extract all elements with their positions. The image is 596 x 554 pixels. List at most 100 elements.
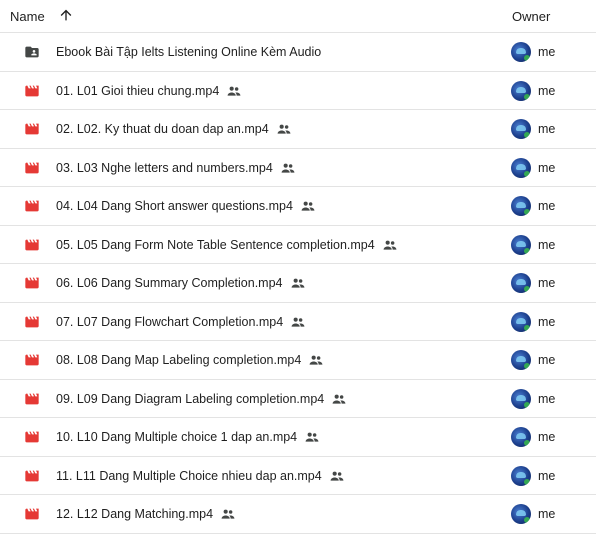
video-file-icon: [25, 123, 39, 135]
owner-name: me: [538, 45, 556, 59]
owner-avatar: [511, 80, 531, 101]
file-name-text: 10. L10 Dang Multiple choice 1 dap an.mp…: [56, 430, 298, 444]
avatar-badge: [524, 209, 530, 215]
file-row[interactable]: 05. L05 Dang Form Note Table Sentence co…: [0, 226, 596, 264]
file-name: 02. L02. Ky thuat du doan dap an.mp4: [56, 122, 291, 136]
video-file-icon: [25, 470, 39, 481]
file-row[interactable]: 08. L08 Dang Map Labeling completion.mp4…: [0, 341, 596, 380]
avatar-badge: [524, 132, 530, 138]
shared-people-icon: [383, 240, 397, 250]
file-row[interactable]: 03. L03 Nghe letters and numbers.mp4 me: [0, 149, 596, 187]
owner-avatar: [511, 388, 531, 409]
owner-name: me: [538, 430, 556, 444]
shared-people-icon: [221, 509, 235, 519]
owner-avatar: [511, 504, 531, 524]
file-name: 10. L10 Dang Multiple choice 1 dap an.mp…: [56, 430, 319, 444]
video-file-icon: [25, 354, 39, 366]
file-name-text: 09. L09 Dang Diagram Labeling completion…: [56, 391, 325, 406]
owner-name: me: [538, 391, 556, 406]
file-name-text: 02. L02. Ky thuat du doan dap an.mp4: [56, 122, 269, 136]
avatar-badge: [524, 440, 530, 446]
owner-avatar: [511, 119, 531, 139]
file-row[interactable]: 02. L02. Ky thuat du doan dap an.mp4 me: [0, 110, 596, 149]
owner-avatar: [511, 465, 531, 486]
file-name-text: 08. L08 Dang Map Labeling completion.mp4: [56, 353, 302, 367]
file-name: Ebook Bài Tập Ielts Listening Online Kèm…: [56, 45, 321, 59]
avatar-badge: [524, 478, 530, 485]
file-name-text: 01. L01 Gioi thieu chung.mp4: [56, 83, 220, 98]
file-name: 01. L01 Gioi thieu chung.mp4: [56, 84, 241, 98]
file-name: 09. L09 Dang Diagram Labeling completion…: [56, 392, 346, 406]
shared-people-icon: [301, 201, 315, 211]
avatar-badge: [524, 401, 530, 408]
avatar-badge: [524, 363, 530, 369]
owner-name: me: [538, 199, 556, 213]
owner-name: me: [538, 468, 556, 483]
shared-people-icon: [332, 394, 346, 404]
file-list: Ebook Bài Tập Ielts Listening Online Kèm…: [0, 33, 596, 534]
file-name: 12. L12 Dang Matching.mp4: [56, 507, 235, 521]
shared-people-icon: [291, 317, 305, 327]
shared-people-icon: [291, 278, 304, 288]
owner-column-header[interactable]: Owner: [512, 9, 550, 24]
file-name: 04. L04 Dang Short answer questions.mp4: [56, 199, 315, 213]
owner-avatar: [511, 427, 531, 447]
video-file-icon: [25, 85, 39, 96]
shared-folder-icon: [25, 46, 39, 58]
owner-name: me: [538, 353, 556, 367]
video-file-icon: [25, 316, 39, 327]
shared-people-icon: [330, 471, 344, 481]
file-name-text: 05. L05 Dang Form Note Table Sentence co…: [56, 237, 375, 252]
shared-people-icon: [227, 86, 241, 96]
file-name-text: Ebook Bài Tập Ielts Listening Online Kèm…: [56, 45, 322, 59]
arrow-upward-icon[interactable]: [58, 7, 74, 23]
owner-avatar: [511, 234, 531, 255]
file-name-text: 06. L06 Dang Summary Completion.mp4: [56, 276, 283, 290]
file-name-text: 03. L03 Nghe letters and numbers.mp4: [56, 160, 273, 175]
avatar-badge: [524, 324, 530, 331]
owner-avatar: [511, 157, 531, 178]
owner-avatar: [511, 42, 531, 62]
file-row[interactable]: 09. L09 Dang Diagram Labeling completion…: [0, 380, 596, 418]
file-row[interactable]: 06. L06 Dang Summary Completion.mp4 me: [0, 264, 596, 303]
video-file-icon: [25, 239, 39, 250]
avatar-badge: [524, 55, 530, 61]
file-row[interactable]: 12. L12 Dang Matching.mp4 me: [0, 495, 596, 534]
video-file-icon: [25, 431, 39, 443]
avatar-badge: [524, 286, 530, 292]
file-list-header: Name Owner: [0, 0, 596, 33]
owner-name: me: [538, 160, 556, 175]
file-row[interactable]: 01. L01 Gioi thieu chung.mp4 me: [0, 72, 596, 110]
file-name: 03. L03 Nghe letters and numbers.mp4: [56, 161, 295, 175]
shared-people-icon: [277, 124, 291, 134]
video-file-icon: [25, 162, 39, 173]
owner-avatar: [511, 273, 531, 293]
owner-avatar: [511, 196, 531, 216]
owner-name: me: [538, 237, 556, 252]
file-name-text: 04. L04 Dang Short answer questions.mp4: [56, 199, 293, 213]
file-row[interactable]: 11. L11 Dang Multiple Choice nhieu dap a…: [0, 457, 596, 495]
video-file-icon: [25, 200, 39, 212]
owner-name: me: [538, 314, 556, 329]
owner-name: me: [538, 507, 556, 521]
owner-name: me: [538, 122, 556, 136]
file-name-text: 12. L12 Dang Matching.mp4: [56, 507, 214, 521]
file-name: 11. L11 Dang Multiple Choice nhieu dap a…: [56, 469, 344, 483]
file-name-text: 11. L11 Dang Multiple Choice nhieu dap a…: [56, 468, 322, 483]
owner-avatar: [511, 311, 531, 332]
owner-name: me: [538, 83, 556, 98]
file-row[interactable]: 10. L10 Dang Multiple choice 1 dap an.mp…: [0, 418, 596, 457]
shared-people-icon: [281, 163, 295, 173]
file-row[interactable]: 07. L07 Dang Flowchart Completion.mp4 me: [0, 303, 596, 341]
file-name: 07. L07 Dang Flowchart Completion.mp4: [56, 315, 305, 329]
name-column-header[interactable]: Name: [10, 9, 45, 24]
file-row[interactable]: Ebook Bài Tập Ielts Listening Online Kèm…: [0, 33, 596, 72]
file-name: 05. L05 Dang Form Note Table Sentence co…: [56, 238, 397, 252]
file-name: 06. L06 Dang Summary Completion.mp4: [56, 276, 305, 290]
file-row[interactable]: 04. L04 Dang Short answer questions.mp4 m…: [0, 187, 596, 226]
owner-avatar: [511, 350, 531, 370]
avatar-badge: [524, 93, 530, 100]
owner-name: me: [538, 276, 556, 290]
avatar-badge: [524, 247, 530, 254]
shared-people-icon: [309, 355, 323, 365]
